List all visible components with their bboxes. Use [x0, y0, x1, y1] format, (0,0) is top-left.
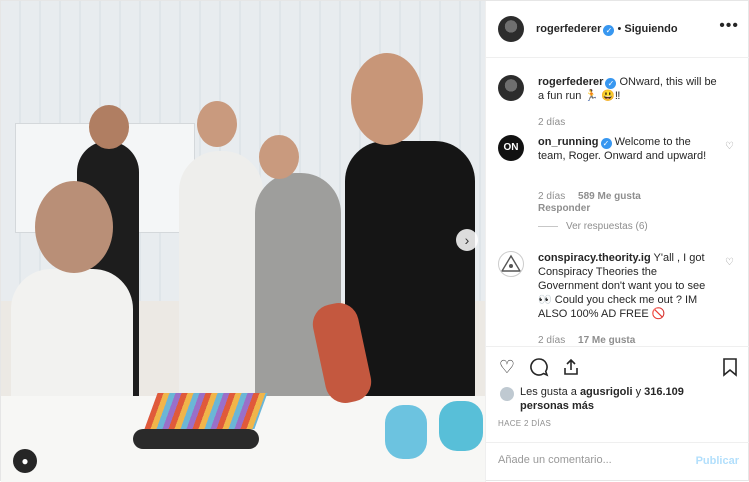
post-sidebar: rogerfederer ✓ • Siguiendo ••• rogerfeder… [485, 1, 749, 482]
likes-connector: y [635, 386, 642, 398]
photo-shoe-blue [385, 405, 427, 459]
comment-input[interactable] [498, 454, 678, 466]
photo-person-white-shirt [179, 151, 263, 401]
likes-prefix: Les gusta a [520, 386, 577, 398]
add-comment-bar: Publicar [486, 442, 749, 482]
verified-icon: ✓ [600, 138, 612, 149]
caption-time[interactable]: 2 días [538, 117, 565, 128]
likes-summary: Les gusta a agusrigoli y 316.109 persona… [520, 385, 735, 413]
photo-shoe-blue [439, 401, 483, 451]
photo-head [35, 181, 113, 273]
likes-user[interactable]: agusrigoli [580, 386, 633, 398]
following-button[interactable]: Siguiendo [624, 23, 677, 35]
photo-head [89, 105, 129, 149]
comment-username[interactable]: conspiracy.theority.ig [538, 252, 651, 264]
comment-meta: 2 días 17 Me gusta [538, 335, 635, 345]
post-actions: ♡ Les gusta a agusrigoli y 316.109 perso… [486, 346, 749, 442]
avatar[interactable]: ON [498, 135, 524, 161]
tagged-users-button[interactable]: ● [13, 449, 37, 473]
publish-button[interactable]: Publicar [696, 455, 739, 467]
comment-like-icon[interactable]: ♡ [725, 257, 734, 268]
view-replies-button[interactable]: Ver respuestas (6) [538, 221, 648, 232]
reply-line-divider [538, 225, 558, 227]
comment-like-icon[interactable]: ♡ [725, 141, 734, 152]
header-user-line: rogerfederer ✓ • Siguiendo [536, 23, 678, 36]
comment-icon[interactable] [528, 357, 550, 382]
comment-time[interactable]: 2 días [538, 191, 565, 202]
next-photo-button[interactable]: › [456, 229, 478, 251]
avatar[interactable] [500, 387, 514, 401]
photo-head [351, 53, 423, 145]
heart-icon[interactable]: ♡ [496, 357, 518, 378]
reply-button[interactable]: Responder [538, 203, 590, 214]
comments-list: rogerfederer ✓ ONward, this will be a fun… [486, 59, 749, 345]
verified-icon: ✓ [603, 25, 615, 36]
caption-username[interactable]: rogerfederer [538, 76, 603, 88]
separator: • [617, 23, 622, 35]
header-username[interactable]: rogerfederer [536, 23, 601, 35]
user-icon: ● [21, 454, 29, 468]
comment-likes[interactable]: 589 Me gusta [578, 191, 641, 202]
bookmark-icon[interactable] [719, 357, 741, 382]
comment-text: conspiracy.theority.ig Y'all , I got Con… [538, 251, 718, 321]
chevron-right-icon: › [464, 232, 470, 248]
avatar[interactable] [498, 16, 524, 42]
comment-time[interactable]: 2 días [538, 335, 565, 345]
avatar[interactable] [498, 75, 524, 101]
post-photo[interactable]: › ● [1, 1, 485, 482]
post-timestamp[interactable]: HACE 2 DÍAS [498, 419, 551, 428]
share-icon[interactable] [560, 357, 582, 382]
caption-text: rogerfederer ✓ ONward, this will be a fun… [538, 75, 718, 103]
avatar[interactable] [498, 251, 524, 277]
comment-username[interactable]: on_running [538, 136, 599, 148]
triangle-eye-icon [500, 254, 522, 272]
caption-time-label: 2 días [538, 117, 566, 128]
photo-shoe-sole [133, 429, 259, 449]
photo-head [259, 135, 299, 179]
photo-swatches [144, 393, 268, 429]
comment-text: on_running ✓ Welcome to the team, Roger. … [538, 135, 718, 163]
photo-head [197, 101, 237, 147]
verified-icon: ✓ [605, 78, 617, 89]
comment-likes[interactable]: 17 Me gusta [578, 335, 635, 345]
view-replies-label: Ver respuestas (6) [566, 221, 648, 232]
more-dots-icon[interactable]: ••• [719, 17, 739, 35]
post-header: rogerfederer ✓ • Siguiendo ••• [486, 1, 749, 58]
comment-meta: 2 días 589 Me gusta [538, 191, 641, 202]
instagram-post: › ● rogerfederer ✓ • Siguiendo ••• rogerf… [0, 0, 749, 482]
